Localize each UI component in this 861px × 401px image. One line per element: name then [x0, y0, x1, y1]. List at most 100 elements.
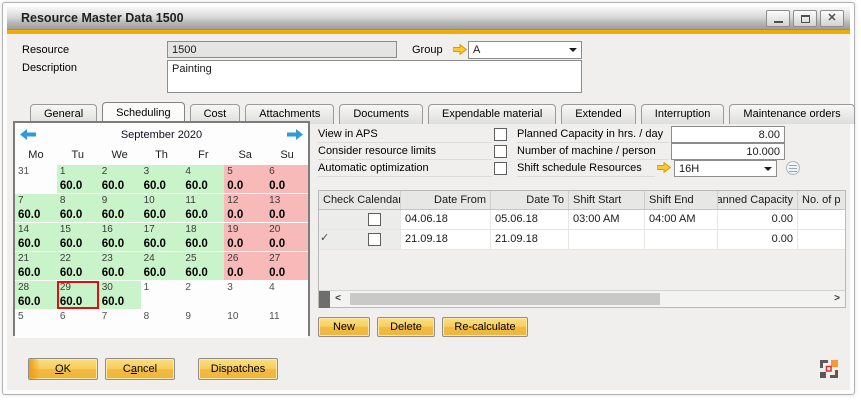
ok-button[interactable]: OK: [28, 358, 98, 380]
calendar-day-cell[interactable]: 13 0.0: [266, 194, 308, 222]
calendar-day-cell[interactable]: 26 0.0: [224, 252, 266, 280]
col-shift-start[interactable]: Shift Start: [569, 191, 645, 209]
group-select[interactable]: A: [468, 41, 582, 59]
calendar-day-cell[interactable]: 23 60.0: [99, 252, 141, 280]
calendar-day-cell[interactable]: 2 60.0: [99, 165, 141, 193]
calendar-day-cell[interactable]: 9: [182, 310, 224, 338]
calendar-day-cell[interactable]: 11 60.0: [182, 194, 224, 222]
calendar-day-cell[interactable]: 1: [141, 281, 183, 309]
calendar-day-cell[interactable]: 25 60.0: [182, 252, 224, 280]
consider-limits-checkbox[interactable]: [494, 145, 507, 158]
calendar-day-cell[interactable]: 28 60.0: [15, 281, 57, 309]
calendar-day-cell[interactable]: 17 60.0: [141, 223, 183, 251]
date-to-cell[interactable]: 21.09.18: [491, 230, 569, 249]
resource-input[interactable]: 1500: [167, 41, 397, 58]
date-to-cell[interactable]: 05.06.18: [491, 210, 569, 229]
calendar-day-cell[interactable]: 16 60.0: [99, 223, 141, 251]
link-arrow-icon[interactable]: [453, 44, 467, 58]
maximize-button[interactable]: [793, 10, 817, 27]
delete-button[interactable]: Delete: [377, 317, 435, 337]
calendar-day-cell[interactable]: 10: [224, 310, 266, 338]
minimize-button[interactable]: [766, 10, 790, 27]
tab-expendable-material[interactable]: Expendable material: [428, 104, 556, 124]
scroll-right-icon[interactable]: >: [829, 291, 845, 307]
shift-start-cell[interactable]: [569, 230, 645, 249]
calendar-day-cell[interactable]: 10 60.0: [141, 194, 183, 222]
calendar-day-cell[interactable]: 1 60.0: [57, 165, 99, 193]
calendar-day-cell[interactable]: 15 60.0: [57, 223, 99, 251]
tab-interruption[interactable]: Interruption: [641, 104, 725, 124]
calendar-day-cell[interactable]: 4: [266, 281, 308, 309]
calendar-day-cell[interactable]: 18 60.0: [182, 223, 224, 251]
calendar-day-cell[interactable]: 6 0.0: [266, 165, 308, 193]
recalculate-button[interactable]: Re-calculate: [442, 317, 528, 337]
calendar-day-cell[interactable]: 14 60.0: [15, 223, 57, 251]
calendar-day-cell[interactable]: 4 60.0: [182, 165, 224, 193]
col-shift-end[interactable]: Shift End: [645, 191, 718, 209]
new-button[interactable]: New: [318, 317, 370, 337]
col-planned-capacity[interactable]: Planned Capacity: [718, 191, 798, 209]
calendar-day-cell[interactable]: 5 0.0: [224, 165, 266, 193]
col-check-calendar[interactable]: Check Calendar: [319, 191, 401, 209]
col-no-of-p[interactable]: No. of p: [798, 191, 845, 209]
no-of-p-cell[interactable]: [798, 230, 845, 249]
tab-extended[interactable]: Extended: [561, 104, 635, 124]
view-in-aps-checkbox[interactable]: [494, 128, 507, 141]
calendar-day-cell[interactable]: 3 60.0: [141, 165, 183, 193]
shift-end-cell[interactable]: 04:00 AM: [645, 210, 718, 229]
calendar-day-cell[interactable]: 30 60.0: [99, 281, 141, 309]
planned-capacity-input[interactable]: 8.00: [671, 126, 785, 143]
calendar-day-cell[interactable]: 8 60.0: [57, 194, 99, 222]
next-month-icon[interactable]: [287, 129, 303, 143]
planned-capacity-cell[interactable]: 0.00: [718, 230, 798, 249]
calendar-day-cell[interactable]: 27 0.0: [266, 252, 308, 280]
column-freeze-handle[interactable]: [319, 291, 330, 308]
scroll-left-icon[interactable]: <: [330, 291, 346, 307]
calendar-day-cell[interactable]: 20 0.0: [266, 223, 308, 251]
relationship-map-icon[interactable]: [819, 359, 839, 379]
check-calendar-checkbox[interactable]: [368, 213, 381, 226]
calendar-day-cell[interactable]: 24 60.0: [141, 252, 183, 280]
no-of-p-cell[interactable]: [798, 210, 845, 229]
table-row[interactable]: 21.09.18 21.09.18 0.00: [319, 230, 845, 250]
col-date-to[interactable]: Date To: [491, 191, 569, 209]
calendar-day-cell[interactable]: 6: [57, 310, 99, 338]
tab-maintenance-orders[interactable]: Maintenance orders: [729, 104, 854, 124]
horizontal-scrollbar[interactable]: < >: [319, 290, 845, 307]
scrollbar-track[interactable]: [346, 291, 829, 308]
machines-input[interactable]: 10.000: [671, 143, 785, 160]
scrollbar-thumb[interactable]: [350, 293, 660, 305]
dispatches-button[interactable]: Dispatches: [198, 358, 278, 380]
calendar-day-cell[interactable]: 11: [266, 310, 308, 338]
calendar-day-cell[interactable]: 7: [99, 310, 141, 338]
shift-start-cell[interactable]: 03:00 AM: [569, 210, 645, 229]
check-calendar-checkbox[interactable]: [368, 233, 381, 246]
cancel-button[interactable]: Cancel: [105, 358, 175, 380]
date-from-cell[interactable]: 04.06.18: [401, 210, 491, 229]
table-row[interactable]: 04.06.18 05.06.18 03:00 AM 04:00 AM 0.00: [319, 210, 845, 230]
description-input[interactable]: Painting: [167, 60, 582, 93]
planned-capacity-cell[interactable]: 0.00: [718, 210, 798, 229]
calendar-day-cell[interactable]: 8: [141, 310, 183, 338]
calendar-day-cell[interactable]: 21 60.0: [15, 252, 57, 280]
date-from-cell[interactable]: 21.09.18: [401, 230, 491, 249]
shift-schedule-select[interactable]: 16H: [674, 160, 777, 177]
calendar-day-cell[interactable]: 2: [182, 281, 224, 309]
calendar-day-cell[interactable]: 5: [15, 310, 57, 338]
calendar-day-cell[interactable]: 31: [15, 165, 57, 193]
link-arrow-icon[interactable]: [657, 162, 671, 176]
shift-end-cell[interactable]: [645, 230, 718, 249]
auto-optimization-checkbox[interactable]: [494, 162, 507, 175]
col-date-from[interactable]: Date From: [401, 191, 491, 209]
calendar-day-cell[interactable]: 7 60.0: [15, 194, 57, 222]
calendar-day-cell[interactable]: 19 0.0: [224, 223, 266, 251]
calendar-day-cell[interactable]: 9 60.0: [99, 194, 141, 222]
calendar-day-cell[interactable]: 3: [224, 281, 266, 309]
calendar-day-cell[interactable]: 12 0.0: [224, 194, 266, 222]
calendar-day-cell[interactable]: 29 60.0: [57, 281, 99, 309]
prev-month-icon[interactable]: [20, 129, 36, 143]
tab-documents[interactable]: Documents: [339, 104, 423, 124]
close-button[interactable]: ✕: [820, 10, 844, 27]
title-bar[interactable]: Resource Master Data 1500 ✕: [7, 7, 850, 30]
list-circle-icon[interactable]: [786, 161, 800, 175]
